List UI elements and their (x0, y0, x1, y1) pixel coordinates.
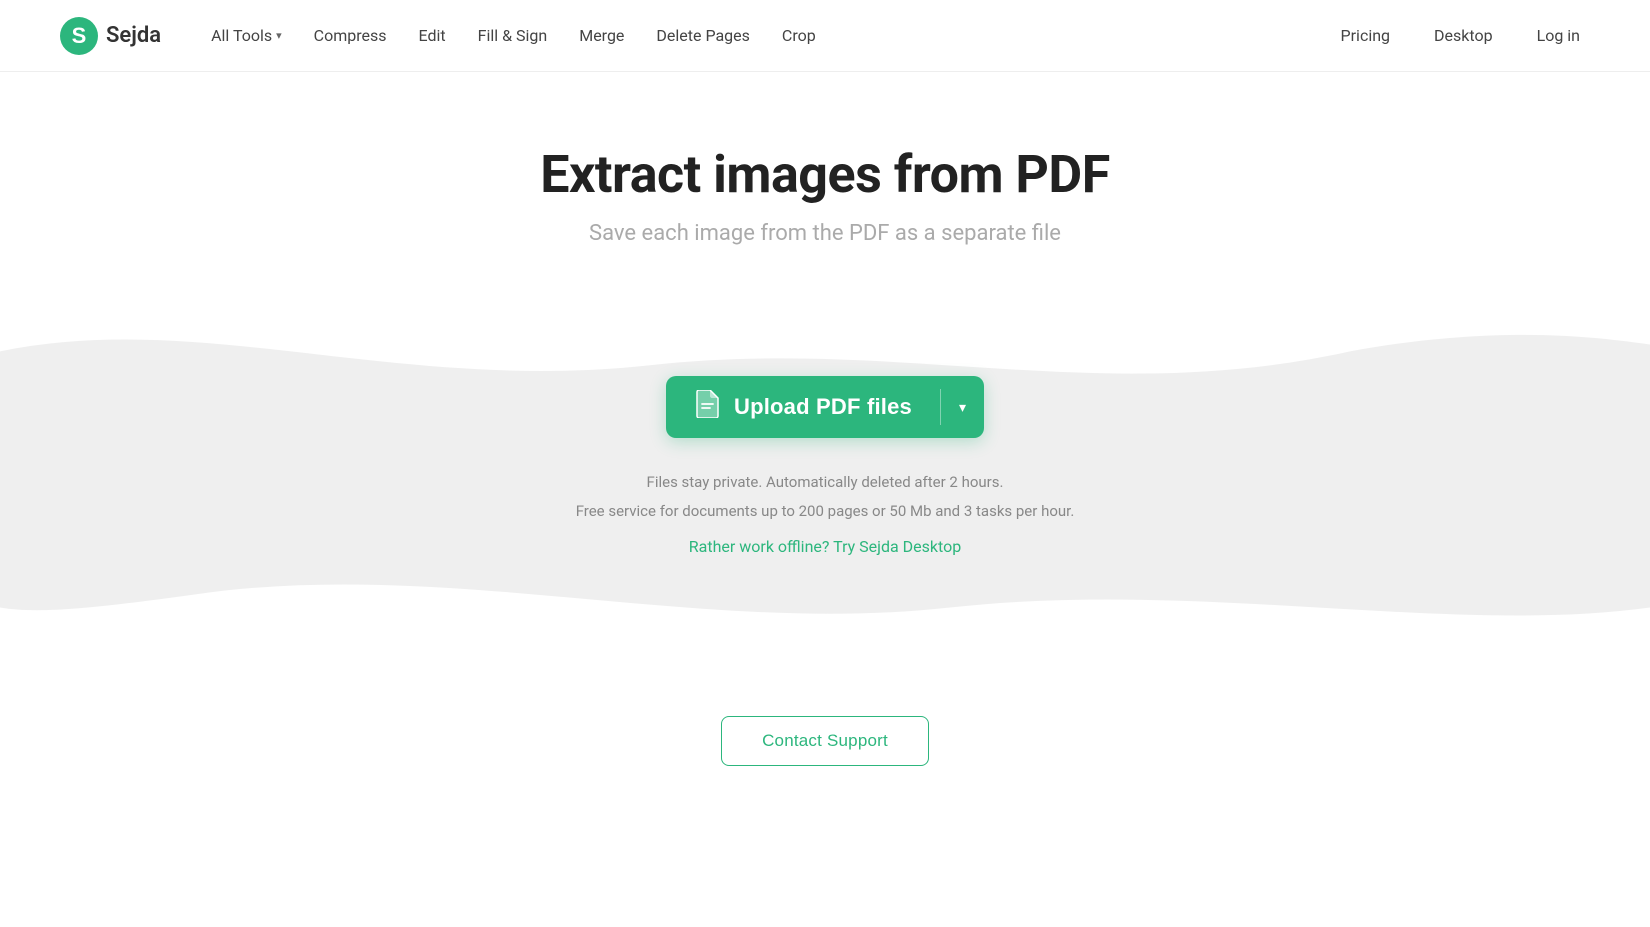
header: S Sejda All Tools ▾ Compress Edit Fill &… (0, 0, 1650, 72)
upload-section: Upload PDF files ▾ Files stay private. A… (0, 296, 1650, 656)
nav-crop[interactable]: Crop (768, 18, 830, 53)
nav-delete-pages[interactable]: Delete Pages (642, 18, 763, 53)
header-left: S Sejda All Tools ▾ Compress Edit Fill &… (60, 17, 830, 55)
nav-fill-sign[interactable]: Fill & Sign (464, 18, 562, 53)
contact-support-button[interactable]: Contact Support (721, 716, 929, 766)
hero-section: Extract images from PDF Save each image … (0, 72, 1650, 266)
upload-dropdown-arrow[interactable]: ▾ (941, 376, 984, 438)
main-content: Extract images from PDF Save each image … (0, 72, 1650, 806)
page-subtitle: Save each image from the PDF as a separa… (20, 221, 1630, 246)
login-link[interactable]: Log in (1527, 18, 1590, 53)
main-nav: All Tools ▾ Compress Edit Fill & Sign Me… (197, 18, 830, 53)
upload-button-label: Upload PDF files (734, 394, 912, 420)
upload-button-group[interactable]: Upload PDF files ▾ (666, 376, 984, 438)
privacy-line1: Files stay private. Automatically delete… (647, 473, 1004, 491)
nav-merge[interactable]: Merge (565, 18, 638, 53)
svg-text:S: S (72, 23, 87, 48)
logo-icon: S (60, 17, 98, 55)
offline-desktop-link[interactable]: Rather work offline? Try Sejda Desktop (689, 537, 961, 556)
page-title: Extract images from PDF (20, 144, 1630, 205)
nav-compress[interactable]: Compress (300, 18, 401, 53)
header-right: Pricing Desktop Log in (1331, 18, 1590, 53)
nav-all-tools[interactable]: All Tools ▾ (197, 18, 296, 53)
chevron-down-icon: ▾ (959, 399, 966, 416)
privacy-line2: Free service for documents up to 200 pag… (576, 502, 1075, 520)
privacy-notes: Files stay private. Automatically delete… (576, 468, 1075, 525)
footer-area: Contact Support (0, 656, 1650, 806)
desktop-link[interactable]: Desktop (1424, 18, 1503, 53)
pricing-link[interactable]: Pricing (1331, 18, 1401, 53)
nav-edit[interactable]: Edit (405, 18, 460, 53)
logo-text: Sejda (106, 23, 161, 48)
pdf-icon (694, 390, 720, 424)
upload-pdf-button[interactable]: Upload PDF files (666, 376, 940, 438)
logo[interactable]: S Sejda (60, 17, 161, 55)
chevron-down-icon: ▾ (276, 29, 282, 42)
